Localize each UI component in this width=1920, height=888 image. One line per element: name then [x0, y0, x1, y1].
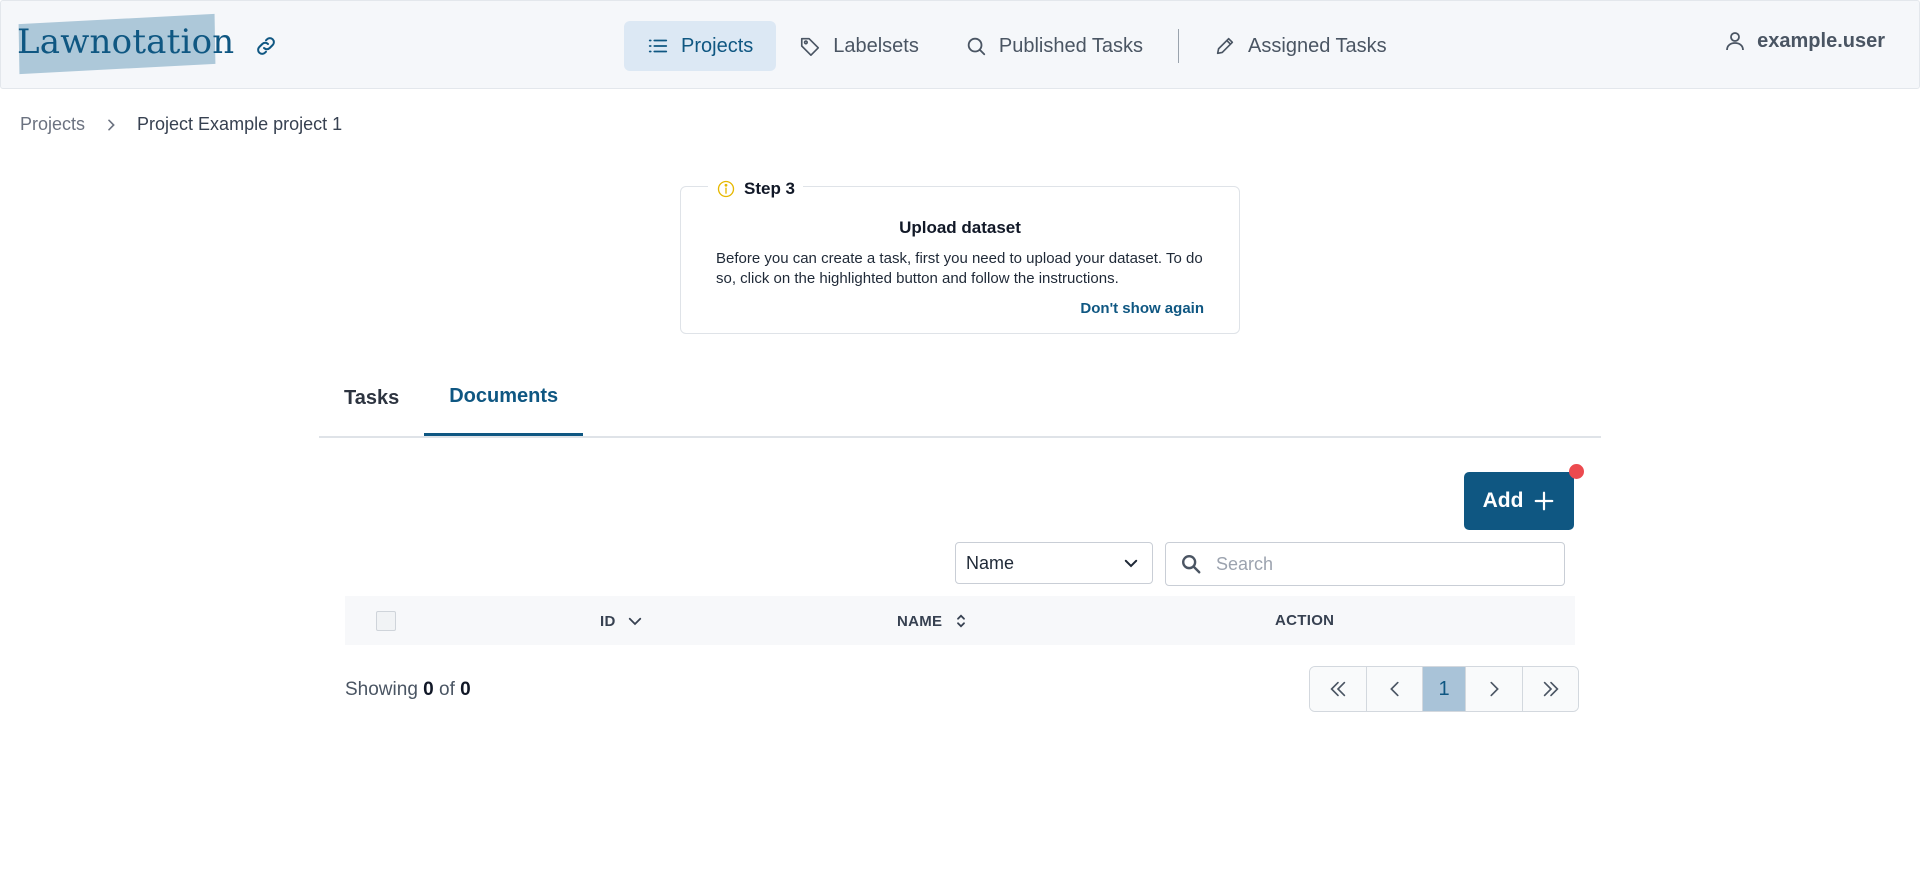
- add-document-button[interactable]: Add: [1464, 472, 1574, 530]
- search-icon: [1180, 553, 1202, 575]
- nav-item-labelsets[interactable]: Labelsets: [776, 21, 942, 71]
- search-box: [1165, 542, 1565, 586]
- first-page-button[interactable]: [1310, 667, 1367, 711]
- nav-item-projects[interactable]: Projects: [624, 21, 777, 71]
- user-menu[interactable]: example.user: [1723, 29, 1885, 53]
- tab-documents[interactable]: Documents: [424, 368, 584, 436]
- plus-icon: [1533, 490, 1555, 512]
- next-page-button[interactable]: [1466, 667, 1523, 711]
- logo-text: Lawnotation: [17, 22, 235, 62]
- chevrons-left-icon: [1327, 678, 1349, 700]
- nav-divider: [1178, 29, 1180, 63]
- add-button-label: Add: [1482, 489, 1524, 512]
- step-title: Upload dataset: [899, 218, 1021, 237]
- chevron-right-icon: [103, 117, 119, 133]
- tab-tasks[interactable]: Tasks: [319, 368, 424, 436]
- project-tabs: Tasks Documents: [319, 368, 1601, 438]
- page-button-current[interactable]: 1: [1423, 667, 1466, 711]
- step-label: Step 3: [744, 179, 796, 198]
- search-icon: [965, 35, 987, 57]
- list-icon: [647, 35, 669, 57]
- search-field-select[interactable]: Name: [955, 542, 1153, 584]
- results-count: Showing 0 of 0: [345, 679, 471, 701]
- nav-item-label: Assigned Tasks: [1248, 34, 1387, 57]
- last-page-button[interactable]: [1523, 667, 1578, 711]
- nav-item-published-tasks[interactable]: Published Tasks: [942, 21, 1166, 71]
- step-description: Before you can create a task, first you …: [716, 250, 1203, 287]
- showing-of: of: [439, 679, 455, 700]
- showing-total: 0: [460, 679, 471, 700]
- breadcrumb-projects-link[interactable]: Projects: [20, 114, 85, 135]
- link-icon[interactable]: [254, 34, 278, 58]
- user-icon: [1723, 29, 1747, 53]
- chevrons-right-icon: [1540, 678, 1562, 700]
- showing-prefix: Showing: [345, 679, 418, 700]
- chevron-down-icon: [1122, 554, 1140, 572]
- step-legend: Step 3: [708, 179, 804, 199]
- highlight-dot: [1569, 464, 1584, 479]
- previous-page-button[interactable]: [1367, 667, 1423, 711]
- nav-item-label: Labelsets: [833, 34, 919, 57]
- chevron-right-icon: [1483, 678, 1505, 700]
- sort-icon: [952, 612, 970, 630]
- pencil-icon: [1214, 35, 1236, 57]
- chevron-down-icon: [626, 612, 644, 630]
- table-header: ID NAME ACTION: [345, 596, 1575, 645]
- breadcrumb-current: Project Example project 1: [137, 114, 343, 134]
- app-logo[interactable]: Lawnotation: [17, 13, 234, 75]
- column-label: NAME: [897, 612, 943, 630]
- info-icon: [716, 179, 736, 199]
- breadcrumb: Projects Project Example project 1: [20, 114, 342, 135]
- showing-from: 0: [423, 679, 434, 700]
- column-label: ACTION: [1275, 612, 1335, 629]
- column-label: ID: [600, 612, 616, 630]
- onboarding-step-card: Step 3 Upload dataset Before you can cre…: [680, 179, 1240, 334]
- nav-item-label: Published Tasks: [998, 34, 1144, 57]
- search-input[interactable]: [1214, 552, 1538, 576]
- main-nav: Projects Labelsets Published Tasks Assig…: [624, 21, 1410, 71]
- nav-item-assigned-tasks[interactable]: Assigned Tasks: [1191, 21, 1410, 71]
- column-header-name[interactable]: NAME: [897, 612, 970, 630]
- pagination: 1: [1309, 666, 1579, 712]
- dont-show-again-link[interactable]: Don't show again: [1080, 300, 1204, 317]
- chevron-left-icon: [1384, 678, 1406, 700]
- select-value: Name: [966, 552, 1015, 573]
- select-all-checkbox[interactable]: [376, 611, 396, 631]
- column-header-id[interactable]: ID: [600, 612, 644, 630]
- nav-item-label: Projects: [681, 34, 754, 57]
- username: example.user: [1757, 29, 1885, 52]
- tag-icon: [799, 35, 821, 57]
- column-header-action: ACTION: [1275, 612, 1334, 629]
- top-navbar: Lawnotation Projects Labelsets Published…: [0, 0, 1920, 89]
